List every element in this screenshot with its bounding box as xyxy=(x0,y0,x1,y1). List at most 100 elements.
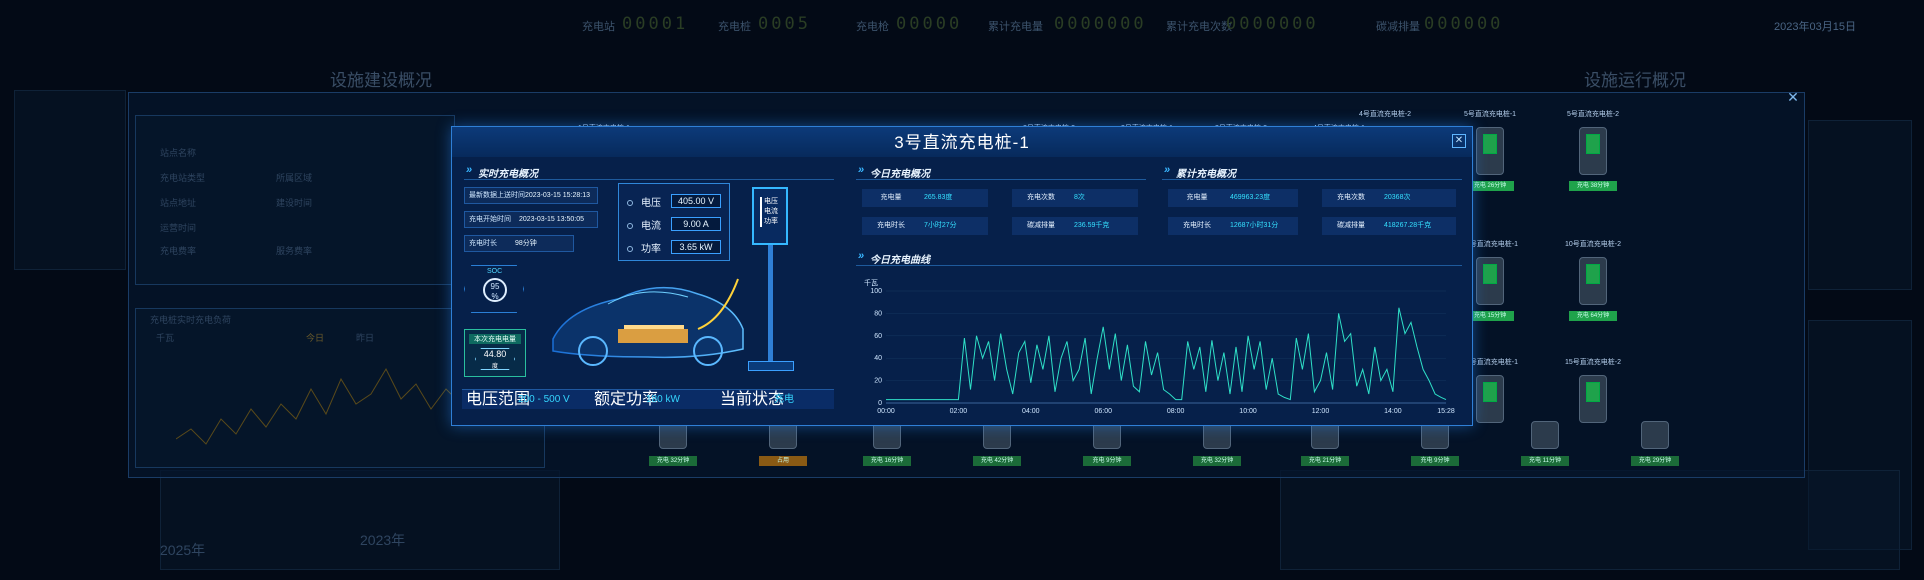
charger-status-badge: 充电 42分钟 xyxy=(973,456,1021,466)
bullet-icon xyxy=(627,200,633,206)
stat-label: 碳减排量 xyxy=(1376,21,1420,33)
metric-current: 电流 xyxy=(627,217,661,232)
today-charging-curve: 千瓦 0 20 40 60 80 100 00:00 02:00 04:00 06:00 08:00 1… xyxy=(864,278,1455,415)
charger-screen xyxy=(1586,134,1600,154)
charger-unit[interactable] xyxy=(1476,375,1504,423)
charger-unit[interactable] xyxy=(1476,127,1504,175)
row-value: 98分钟 xyxy=(515,240,537,247)
charger-status-badge: 充电 38分钟 xyxy=(1569,181,1617,191)
y-tick-label: 80 xyxy=(874,310,882,317)
metric-label: 电压 xyxy=(641,198,661,209)
metric-voltage: 电压 xyxy=(627,194,661,209)
total-section-title: 累计充电概况 xyxy=(1162,164,1236,180)
site-info-panel: 站点名称 充电站类型 站点地址 运营时间 充电费率 所属区域 建设时间 服务费率 xyxy=(135,115,455,285)
charger-status-badge: 充电 11分钟 xyxy=(1521,456,1569,466)
sign-line: 电压 xyxy=(764,198,778,205)
kv-value: 236.59千克 xyxy=(1074,222,1110,229)
total-carbon: 碳减排量 418267.28千克 xyxy=(1322,217,1456,235)
stat-label: 充电站 xyxy=(582,21,615,33)
charger-status-badge: 充电 32分钟 xyxy=(1193,456,1241,466)
energy-hex: 44.80 度 xyxy=(475,348,515,370)
charger-label: 15号直流充电桩-2 xyxy=(1564,359,1621,366)
charger-label: 5号直流充电桩-1 xyxy=(1463,111,1517,118)
charger-label: 5号直流充电桩-2 xyxy=(1566,111,1620,118)
state-value: 充电 xyxy=(774,394,794,405)
ev-car-illustration xyxy=(552,278,744,366)
charger-screen xyxy=(1483,382,1497,402)
metric-value: 9.00 A xyxy=(671,217,721,231)
modal-title: 3号直流充电桩-1 xyxy=(894,133,1030,152)
kv-value: 469963.23度 xyxy=(1230,194,1271,201)
today-carbon: 碳减排量 236.59千克 xyxy=(1012,217,1138,235)
today-energy: 充电量 265.83度 xyxy=(862,189,988,207)
site-label: 站点地址 xyxy=(160,198,197,208)
background-panel xyxy=(160,470,560,570)
charger-status-badge: 充电 21分钟 xyxy=(1301,456,1349,466)
kv-value: 265.83度 xyxy=(924,194,953,201)
total-count: 充电次数 20368次 xyxy=(1322,189,1456,207)
charger-unit[interactable] xyxy=(1579,127,1607,175)
metric-value: 3.65 kW xyxy=(671,240,721,254)
kv-value: 20368次 xyxy=(1384,194,1411,201)
close-icon[interactable]: ✕ xyxy=(1452,134,1466,148)
top-stats-bar: 充电站 00001 充电桩 0005 充电枪 00000 累计充电量 00000… xyxy=(0,12,1924,42)
bullet-icon xyxy=(627,223,633,229)
charger-status-badge: 充电 29分钟 xyxy=(1631,456,1679,466)
soc-gauge: SOC 95 % xyxy=(464,265,524,313)
sign-line: 电流 xyxy=(764,208,778,215)
kv-label: 充电次数 xyxy=(1027,194,1055,201)
site-label: 所属区域 xyxy=(276,173,313,183)
load-chart-ylabel: 千瓦 xyxy=(156,333,175,343)
site-label: 建设时间 xyxy=(276,198,313,208)
charger-unit[interactable] xyxy=(1579,375,1607,423)
x-tick-label: 15:28 xyxy=(1437,408,1455,415)
stat-value: 0005 xyxy=(758,14,811,34)
row-label: 充电开始时间 xyxy=(469,216,511,223)
year-label: 2023年 xyxy=(360,532,406,548)
series-line xyxy=(886,307,1447,401)
background-panel xyxy=(1280,470,1900,570)
charger-unit[interactable] xyxy=(1579,257,1607,305)
y-tick-label: 20 xyxy=(874,378,882,385)
total-energy: 充电量 469963.23度 xyxy=(1168,189,1298,207)
x-tick-label: 12:00 xyxy=(1312,408,1330,415)
spec-bar: 电压范围 200 - 500 V 额定功率 180 kW 当前状态 充电 xyxy=(462,389,834,409)
kv-value: 7小时27分 xyxy=(924,222,957,229)
energy-label: 本次充电电量 xyxy=(469,334,521,344)
duration-row: 充电时长 98分钟 xyxy=(464,235,574,252)
sign-text: 电压 电流 功率 xyxy=(760,197,778,227)
kv-label: 充电量 xyxy=(1186,194,1208,201)
site-label: 充电站类型 xyxy=(160,173,206,183)
charger-unit[interactable] xyxy=(1476,257,1504,305)
bullet-icon xyxy=(627,246,633,252)
charger-unit[interactable] xyxy=(1641,421,1669,449)
charger-screen xyxy=(1483,134,1497,154)
charger-status-badge: 充电 64分钟 xyxy=(1569,311,1617,321)
section-divider xyxy=(856,265,1462,266)
x-tick-label: 10:00 xyxy=(1239,408,1257,415)
stat-value: 00000 xyxy=(896,14,963,34)
stat-label: 充电桩 xyxy=(718,21,751,33)
datetime: 2023年03月15日 xyxy=(1774,21,1856,33)
year-label: 2025年 xyxy=(160,542,206,558)
site-label: 站点名称 xyxy=(160,148,197,158)
charger-unit[interactable] xyxy=(1531,421,1559,449)
row-label: 最新数据上送时间 xyxy=(469,192,525,199)
site-label: 服务费率 xyxy=(276,246,313,256)
stat-value: 0000000 xyxy=(1054,14,1147,34)
load-chart-title: 充电桩实时充电负荷 xyxy=(150,315,232,325)
overlay-close-icon[interactable]: ✕ xyxy=(1786,90,1800,105)
right-section-title: 设施运行概况 xyxy=(1584,71,1686,90)
kv-label: 碳减排量 xyxy=(1337,222,1365,229)
rated-power-value: 180 kW xyxy=(646,394,680,405)
latest-upload-row: 最新数据上送时间 2023-03-15 15:28:13 xyxy=(464,187,598,204)
section-divider xyxy=(464,179,834,180)
kv-label: 充电量 xyxy=(880,194,902,201)
metric-label: 电流 xyxy=(641,221,661,232)
today-duration: 充电时长 7小时27分 xyxy=(862,217,988,235)
legend-item: 昨日 xyxy=(356,333,375,343)
charging-post-pole xyxy=(768,245,773,365)
charger-status-badge: 占用 xyxy=(759,456,807,466)
charger-screen xyxy=(1483,264,1497,284)
charger-status-badge: 充电 9分钟 xyxy=(1411,456,1459,466)
